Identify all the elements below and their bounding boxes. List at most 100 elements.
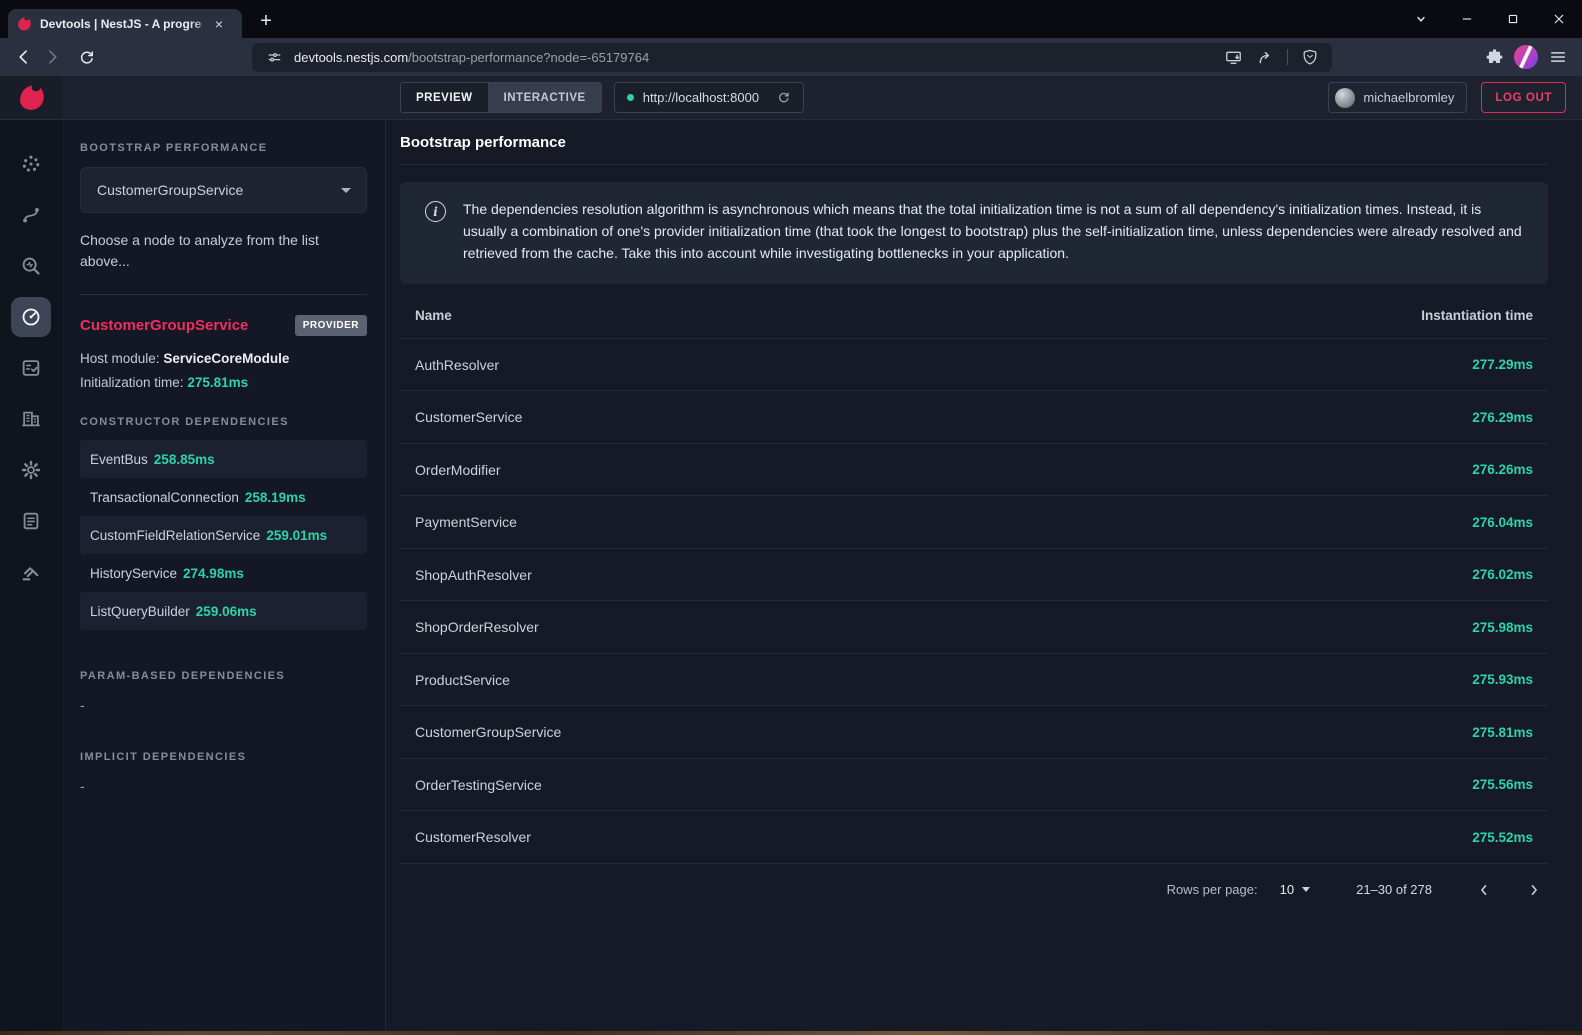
constructor-deps-title: CONSTRUCTOR DEPENDENCIES (80, 416, 367, 428)
nestjs-logo (0, 76, 62, 120)
rows-per-page-value: 10 (1280, 882, 1294, 897)
nestjs-favicon-icon (16, 16, 32, 32)
minimize-button[interactable] (1444, 0, 1490, 38)
dep-item[interactable]: HistoryService 274.98ms (80, 554, 367, 592)
table-row[interactable]: CustomerResolver 275.52ms (400, 810, 1548, 863)
maximize-button[interactable] (1490, 0, 1536, 38)
target-url: http://localhost:8000 (643, 90, 759, 105)
user-chip[interactable]: michaelbromley (1328, 82, 1467, 113)
node-select[interactable]: CustomerGroupService (80, 167, 367, 213)
column-name: Name (415, 308, 452, 323)
dep-item[interactable]: EventBus 258.85ms (80, 440, 367, 478)
nav-settings-icon[interactable] (11, 450, 51, 490)
mode-toggle: PREVIEW INTERACTIVE (400, 82, 602, 113)
nav-routes-icon[interactable] (11, 195, 51, 235)
nav-graph-icon[interactable] (11, 144, 51, 184)
next-page-icon[interactable] (1520, 876, 1548, 904)
param-deps-title: PARAM-BASED DEPENDENCIES (80, 670, 367, 682)
browser-toolbar: devtools.nestjs.com/bootstrap-performanc… (0, 38, 1582, 76)
share-icon[interactable] (1253, 45, 1277, 69)
url-text: devtools.nestjs.com/bootstrap-performanc… (294, 50, 649, 65)
host-module-label: Host module: (80, 351, 160, 366)
nav-modules-icon[interactable] (11, 399, 51, 439)
table-row[interactable]: ShopOrderResolver 275.98ms (400, 600, 1548, 653)
close-window-button[interactable] (1536, 0, 1582, 38)
pagination-range: 21–30 of 278 (1356, 882, 1432, 897)
address-bar[interactable]: devtools.nestjs.com/bootstrap-performanc… (252, 43, 1332, 72)
table-row[interactable]: ShopAuthResolver 276.02ms (400, 548, 1548, 601)
sidebar-panel: BOOTSTRAP PERFORMANCE CustomerGroupServi… (62, 120, 386, 1031)
selected-node-header: CustomerGroupService PROVIDER (80, 315, 367, 336)
mode-controls: PREVIEW INTERACTIVE http://localhost:800… (400, 82, 804, 113)
node-hint: Choose a node to analyze from the list a… (80, 230, 367, 272)
table-pagination: Rows per page: 10 21–30 of 278 (400, 863, 1548, 916)
back-icon[interactable] (10, 43, 38, 71)
connection-status-dot (627, 94, 634, 101)
table-row[interactable]: CustomerService 276.29ms (400, 390, 1548, 443)
app-body: BOOTSTRAP PERFORMANCE CustomerGroupServi… (0, 120, 1582, 1031)
reload-icon[interactable] (72, 43, 100, 71)
info-icon: i (425, 201, 446, 222)
app-header: PREVIEW INTERACTIVE http://localhost:800… (0, 76, 1582, 120)
table-row[interactable]: ProductService 275.93ms (400, 653, 1548, 706)
implicit-deps-empty: - (80, 778, 367, 794)
info-banner: i The dependencies resolution algorithm … (400, 182, 1548, 284)
brave-shield-icon[interactable] (1298, 45, 1322, 69)
preview-button[interactable]: PREVIEW (401, 83, 489, 112)
browser-profile-avatar[interactable] (1514, 45, 1538, 69)
interactive-button[interactable]: INTERACTIVE (489, 83, 601, 112)
url-path: /bootstrap-performance?node=-65179764 (408, 50, 649, 65)
tab-title-fade (190, 13, 216, 35)
chevron-down-icon (341, 188, 351, 193)
table-row[interactable]: PaymentService 276.04ms (400, 495, 1548, 548)
chevron-down-icon (1302, 887, 1310, 892)
site-settings-icon[interactable] (262, 45, 286, 69)
extensions-icon[interactable] (1480, 43, 1508, 71)
dep-item[interactable]: ListQueryBuilder 259.06ms (80, 592, 367, 630)
app-header-bar: PREVIEW INTERACTIVE http://localhost:800… (62, 76, 1582, 120)
browser-tab[interactable]: Devtools | NestJS - A progressive × (8, 9, 242, 38)
column-instantiation-time: Instantiation time (1421, 308, 1533, 323)
main-content: Bootstrap performance i The dependencies… (386, 120, 1582, 1031)
init-time-label: Initialization time: (80, 375, 184, 390)
dep-item[interactable]: TransactionalConnection 258.19ms (80, 478, 367, 516)
page-title: Bootstrap performance (400, 120, 1548, 165)
dep-item[interactable]: CustomFieldRelationService 259.01ms (80, 516, 367, 554)
tab-search-icon[interactable] (1398, 0, 1444, 38)
window-controls (1398, 0, 1582, 38)
tab-strip: Devtools | NestJS - A progressive × + (0, 0, 1582, 38)
header-right: michaelbromley LOG OUT (1328, 82, 1582, 113)
send-to-device-icon[interactable] (1221, 45, 1245, 69)
constructor-deps-list: EventBus 258.85ms TransactionalConnectio… (80, 440, 367, 630)
nav-docs-icon[interactable] (11, 501, 51, 541)
target-reload-icon[interactable] (776, 90, 791, 105)
info-banner-text: The dependencies resolution algorithm is… (463, 199, 1523, 265)
forward-icon[interactable] (38, 43, 66, 71)
nav-audit-icon[interactable] (11, 552, 51, 592)
table-row[interactable]: AuthResolver 277.29ms (400, 338, 1548, 391)
url-domain: devtools.nestjs.com (294, 50, 408, 65)
nav-checklist-icon[interactable] (11, 348, 51, 388)
nav-performance-icon[interactable] (11, 297, 51, 337)
node-select-value: CustomerGroupService (97, 182, 243, 198)
provider-badge: PROVIDER (295, 315, 367, 336)
selected-node-name: CustomerGroupService (80, 317, 248, 334)
rows-per-page-label: Rows per page: (1167, 882, 1258, 897)
new-tab-button[interactable]: + (252, 7, 280, 35)
table-row[interactable]: CustomerGroupService 275.81ms (400, 705, 1548, 758)
init-time-value: 275.81ms (187, 375, 248, 390)
desktop-wallpaper-strip (0, 1031, 1582, 1035)
rows-per-page-select[interactable]: 10 (1280, 882, 1310, 897)
address-divider (1287, 49, 1288, 65)
bootstrap-table: Name Instantiation time AuthResolver 277… (400, 292, 1548, 916)
param-deps-empty: - (80, 697, 367, 713)
nav-inspector-icon[interactable] (11, 246, 51, 286)
previous-page-icon[interactable] (1470, 876, 1498, 904)
user-avatar (1335, 88, 1355, 108)
host-module-value: ServiceCoreModule (163, 351, 289, 366)
target-url-pill[interactable]: http://localhost:8000 (614, 82, 804, 113)
logout-button[interactable]: LOG OUT (1481, 82, 1566, 113)
menu-icon[interactable] (1544, 43, 1572, 71)
table-row[interactable]: OrderTestingService 275.56ms (400, 758, 1548, 811)
table-row[interactable]: OrderModifier 276.26ms (400, 443, 1548, 496)
